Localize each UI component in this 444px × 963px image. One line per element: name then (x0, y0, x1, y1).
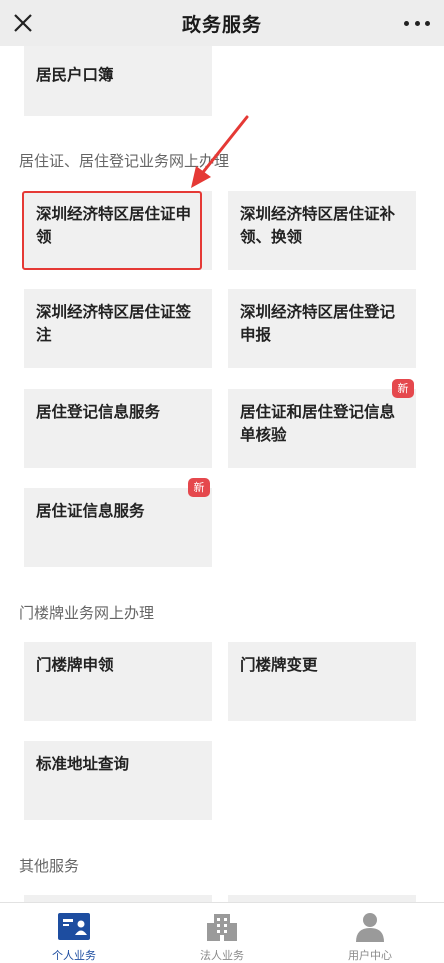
service-card-label: 门楼牌变更 (240, 656, 318, 674)
service-card-label: 居住登记信息服务 (36, 403, 161, 421)
service-list[interactable]: 居民户口簿 居住证、居住登记业务网上办理 深圳经济特区居住证申领 深圳经济特区居… (0, 46, 444, 902)
service-card-partial[interactable] (24, 895, 212, 902)
annotation-arrow-icon (191, 115, 249, 188)
service-card-partial[interactable] (228, 895, 416, 902)
new-badge: 新 (392, 379, 414, 398)
service-card-label: 深圳经济特区居住登记申报 (240, 303, 396, 344)
service-card-residence-verify[interactable]: 居住证和居住登记信息单核验 新 (228, 379, 416, 468)
service-card-residence-info[interactable]: 居住登记信息服务 (24, 389, 212, 468)
service-card-label: 门楼牌申领 (36, 656, 114, 674)
service-card-doorplate-apply[interactable]: 门楼牌申领 (24, 642, 212, 721)
tab-label: 法人业务 (200, 949, 244, 962)
service-card-residence-card-info[interactable]: 居住证信息服务 新 (24, 478, 212, 567)
top-bar: 政务服务 (0, 0, 444, 46)
service-card-address-query[interactable]: 标准地址查询 (24, 741, 212, 820)
tab-label: 个人业务 (52, 949, 96, 962)
tab-corporate[interactable]: 法人业务 (148, 903, 296, 963)
service-card-residence-register[interactable]: 深圳经济特区居住登记申报 (228, 289, 416, 368)
service-card-label: 标准地址查询 (36, 755, 130, 773)
tab-user-center[interactable]: 用户中心 (296, 903, 444, 963)
close-icon[interactable] (8, 8, 38, 38)
section-title-other: 其他服务 (19, 857, 80, 875)
service-card-label: 深圳经济特区居住证签注 (36, 303, 192, 344)
user-icon (356, 913, 384, 942)
bottom-tab-bar: 个人业务 法人业务 用户中心 (0, 902, 444, 963)
service-card-residence-endorse[interactable]: 深圳经济特区居住证签注 (24, 289, 212, 368)
building-icon (207, 914, 237, 941)
page: 政务服务 居民户口簿 居住证、居住登记业务网上办理 深圳经济特区居住证申领 深圳… (0, 0, 444, 963)
more-icon[interactable] (404, 10, 430, 36)
personal-id-icon (58, 913, 90, 940)
new-badge: 新 (188, 478, 210, 497)
service-card-label: 居住证信息服务 (36, 502, 145, 520)
tab-personal[interactable]: 个人业务 (0, 903, 148, 963)
section-title-door-plate: 门楼牌业务网上办理 (19, 604, 155, 622)
tab-label: 用户中心 (348, 949, 392, 962)
page-title: 政务服务 (181, 13, 262, 36)
service-card-label: 居住证和居住登记信息单核验 (240, 403, 396, 444)
service-card-doorplate-change[interactable]: 门楼牌变更 (228, 642, 416, 721)
